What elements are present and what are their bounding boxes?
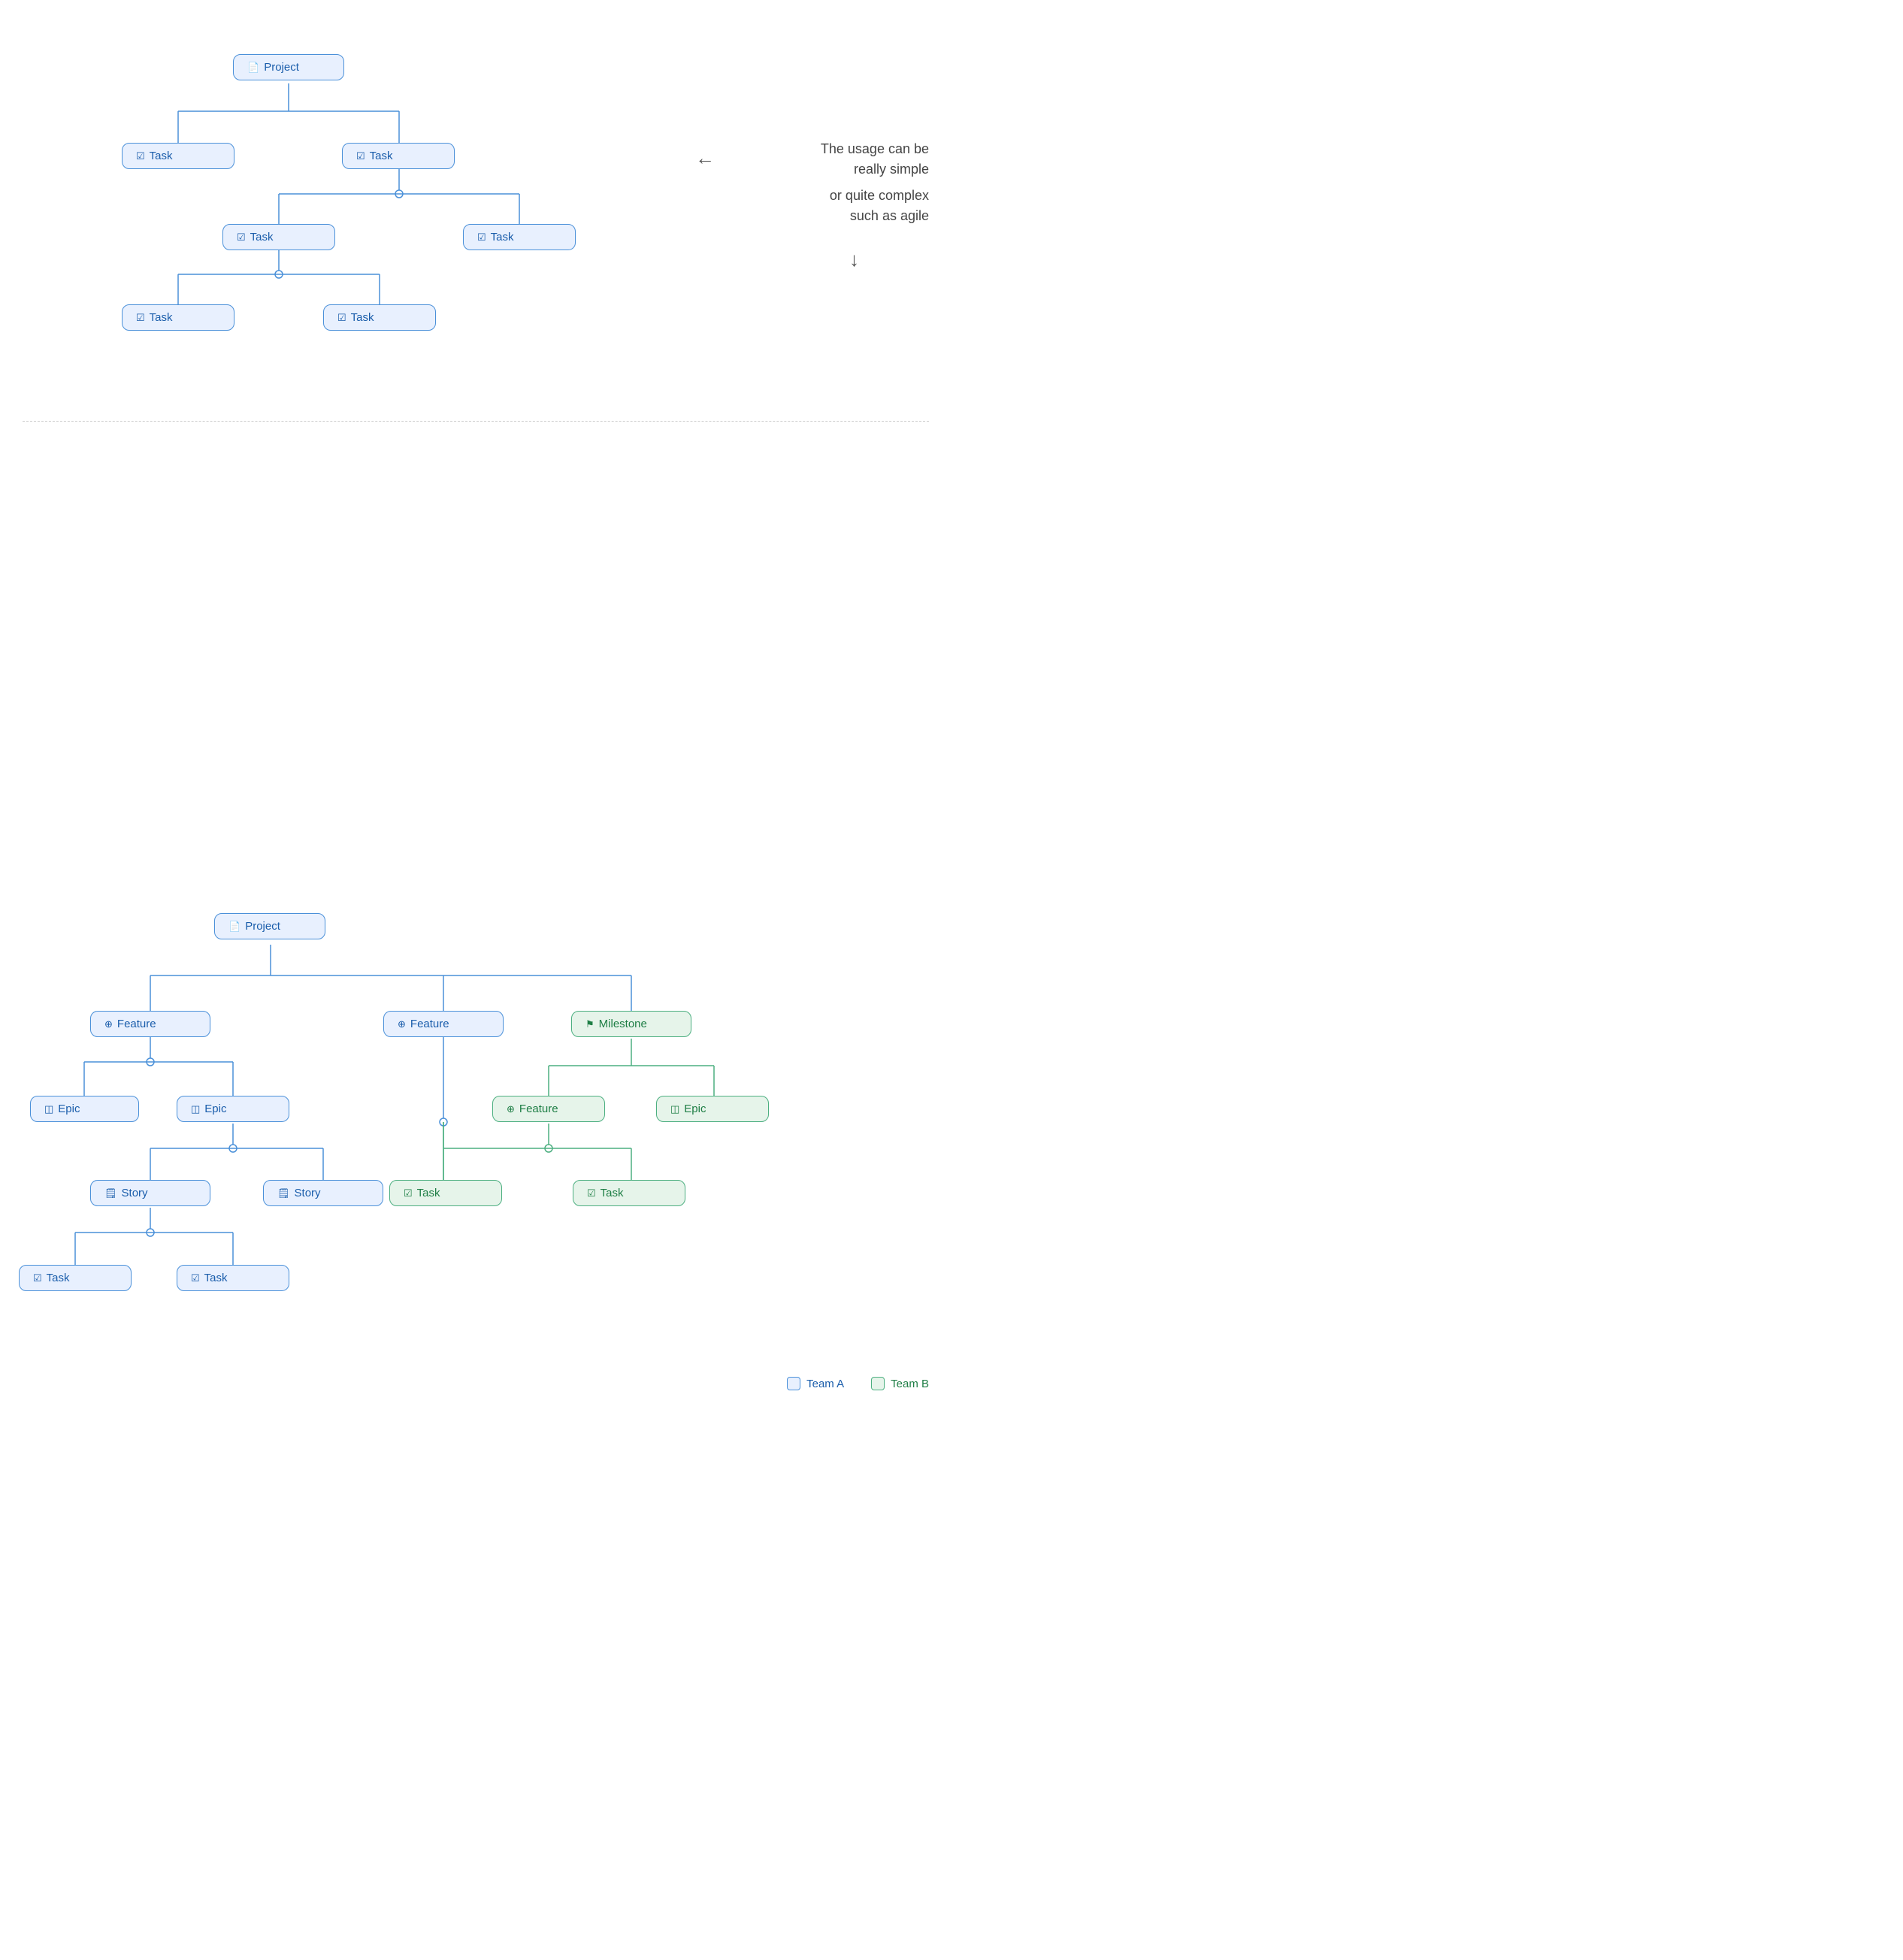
- milestone-label: Milestone: [599, 1018, 647, 1030]
- epic-green-icon: ◫: [670, 1103, 679, 1115]
- diagram-1: 📄 Project ☑ Task ☑ Task ☑ Task ☑ Task ☑ …: [0, 0, 952, 421]
- task-icon-3: ☑: [237, 231, 246, 243]
- annotation-line2: really simple: [719, 159, 929, 180]
- epic-icon-1: ◫: [44, 1103, 53, 1115]
- epic-node-2: ◫ Epic: [177, 1096, 289, 1122]
- story-label-2: Story: [295, 1187, 321, 1199]
- annotation-line1: The usage can be: [719, 139, 929, 159]
- feature-icon-1: ⊕: [104, 1018, 113, 1030]
- epic-icon-2: ◫: [191, 1103, 200, 1115]
- task-b2-label: Task: [204, 1272, 228, 1284]
- section-divider: [23, 421, 929, 422]
- task-node-b2: ☑ Task: [177, 1265, 289, 1291]
- feature-label-1: Feature: [117, 1018, 156, 1030]
- legend-box-green: [871, 1377, 885, 1390]
- task-node-1: ☑ Task: [122, 143, 234, 169]
- epic-node-1: ◫ Epic: [30, 1096, 139, 1122]
- legend: Team A Team B: [787, 1377, 929, 1390]
- project-icon-1: 📄: [247, 62, 259, 74]
- task-label-3: Task: [250, 231, 274, 243]
- legend-team-b-label: Team B: [891, 1378, 929, 1390]
- task-b1-icon: ☑: [33, 1272, 42, 1284]
- story-node-2: 🗒 Story: [263, 1180, 383, 1206]
- feature-label-2: Feature: [410, 1018, 449, 1030]
- task-icon-1: ☑: [136, 150, 145, 162]
- task-node-3: ☑ Task: [222, 224, 335, 250]
- feature-node-green: ⊕ Feature: [492, 1096, 605, 1122]
- task-icon-4: ☑: [477, 231, 486, 243]
- arrow-left-icon: ←: [695, 147, 715, 170]
- story-icon-1: 🗒: [104, 1187, 117, 1199]
- task-label-5: Task: [150, 311, 173, 324]
- task-node-b1: ☑ Task: [19, 1265, 132, 1291]
- epic-label-2: Epic: [204, 1102, 226, 1115]
- epic-label-1: Epic: [58, 1102, 80, 1115]
- project-node-1: 📄 Project: [233, 54, 344, 80]
- legend-team-b: Team B: [871, 1377, 929, 1390]
- task-node-6: ☑ Task: [323, 304, 436, 331]
- task-icon-5: ☑: [136, 312, 145, 324]
- task-b1-label: Task: [47, 1272, 70, 1284]
- project-icon-2: 📄: [228, 921, 241, 933]
- milestone-icon: ⚑: [585, 1018, 594, 1030]
- task-node-4: ☑ Task: [463, 224, 576, 250]
- feature-node-1: ⊕ Feature: [90, 1011, 210, 1037]
- project-label-1: Project: [264, 61, 299, 74]
- milestone-node: ⚑ Milestone: [571, 1011, 691, 1037]
- diagram2-connectors: [0, 864, 952, 1413]
- legend-box-blue: [787, 1377, 800, 1390]
- task-node-5: ☑ Task: [122, 304, 234, 331]
- task-label-4: Task: [491, 231, 514, 243]
- story-node-1: 🗒 Story: [90, 1180, 210, 1206]
- feature-green-icon: ⊕: [507, 1103, 515, 1115]
- task-icon-2: ☑: [356, 150, 365, 162]
- annotation-line3: or quite complex: [719, 186, 929, 206]
- epic-node-green: ◫ Epic: [656, 1096, 769, 1122]
- annotation-text: The usage can be really simple or quite …: [719, 139, 929, 226]
- legend-team-a: Team A: [787, 1377, 844, 1390]
- feature-icon-2: ⊕: [398, 1018, 406, 1030]
- task-label-6: Task: [351, 311, 374, 324]
- legend-team-a-label: Team A: [806, 1378, 844, 1390]
- story-label-1: Story: [122, 1187, 148, 1199]
- task-label-2: Task: [370, 150, 393, 162]
- feature-node-2: ⊕ Feature: [383, 1011, 504, 1037]
- annotation-line4: such as agile: [719, 206, 929, 226]
- task-green-icon-1: ☑: [404, 1187, 413, 1199]
- task-green-label-1: Task: [417, 1187, 440, 1199]
- task-green-label-2: Task: [601, 1187, 624, 1199]
- task-green-icon-2: ☑: [587, 1187, 596, 1199]
- feature-green-label: Feature: [519, 1102, 558, 1115]
- task-b2-icon: ☑: [191, 1272, 200, 1284]
- epic-green-label: Epic: [684, 1102, 706, 1115]
- task-node-green-1: ☑ Task: [389, 1180, 502, 1206]
- arrow-down-icon: ↓: [849, 248, 859, 271]
- task-icon-6: ☑: [337, 312, 346, 324]
- task-node-2: ☑ Task: [342, 143, 455, 169]
- task-label-1: Task: [150, 150, 173, 162]
- story-icon-2: 🗒: [277, 1187, 290, 1199]
- task-node-green-2: ☑ Task: [573, 1180, 685, 1206]
- project-node-2: 📄 Project: [214, 913, 325, 939]
- diagram-2: 📄 Project ⊕ Feature ⊕ Feature ⚑ Mileston…: [0, 864, 952, 1413]
- project-label-2: Project: [245, 920, 280, 933]
